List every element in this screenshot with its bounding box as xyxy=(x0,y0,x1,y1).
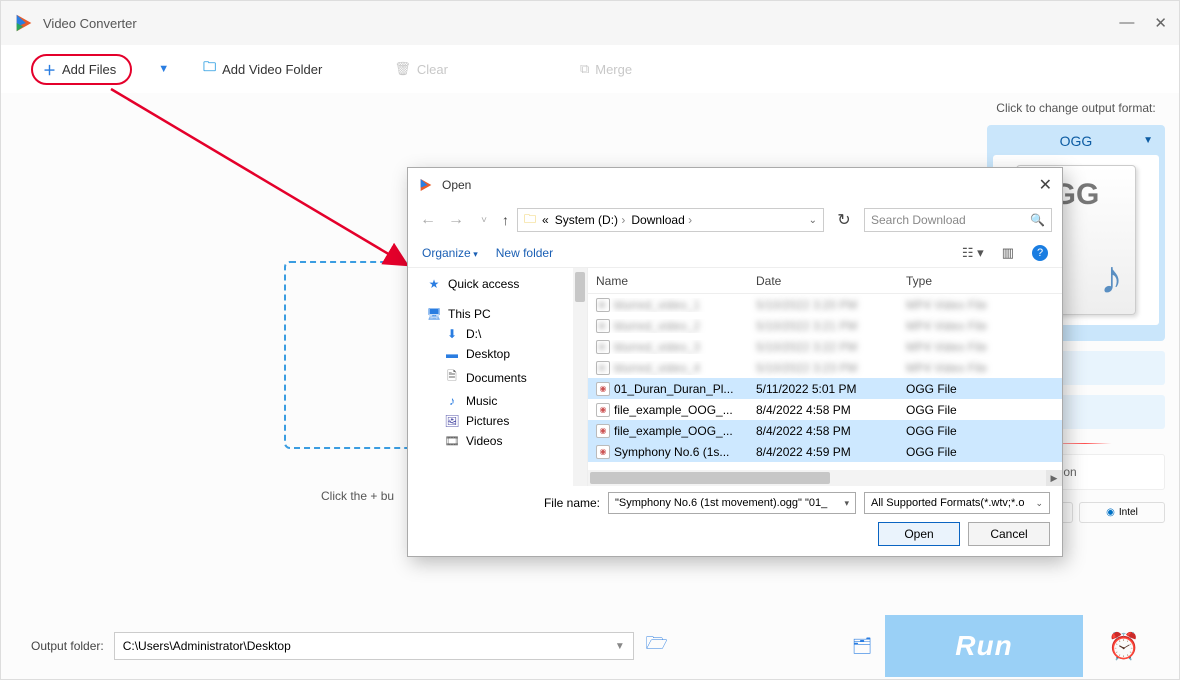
dropzone-caption: Click the + bu xyxy=(321,489,394,503)
desktop-icon: ▬ xyxy=(444,347,460,361)
filename-input[interactable]: "Symphony No.6 (1st movement).ogg" "01_▾ xyxy=(608,492,856,514)
file-row[interactable]: ▶blurred_video_45/10/2022 3:23 PMMP4 Vid… xyxy=(588,357,1062,378)
filename-label: File name: xyxy=(420,496,600,510)
file-list-header: Name Date Type xyxy=(588,268,1062,294)
file-row[interactable]: ◉Symphony No.6 (1s...8/4/2022 4:59 PMOGG… xyxy=(588,441,1062,462)
nav-recent-dropdown[interactable]: ˅ xyxy=(474,215,494,226)
view-options-button[interactable]: ☷ ▾ xyxy=(962,245,984,261)
navigation-tree: ★Quick access 🖥This PC ⬇D:\ ▬Desktop 🗎Do… xyxy=(408,268,588,486)
add-video-folder-button[interactable]: 🗀 Add Video Folder xyxy=(195,54,330,84)
column-name[interactable]: Name xyxy=(588,274,748,288)
task-list-button[interactable]: 🗂 xyxy=(849,633,875,659)
file-row[interactable]: ◉file_example_OOG_...8/4/2022 4:58 PMOGG… xyxy=(588,399,1062,420)
trash-icon: 🗑 xyxy=(394,61,411,77)
star-icon: ★ xyxy=(426,277,442,291)
run-button[interactable]: Run xyxy=(885,615,1083,677)
music-note-icon: ♪ xyxy=(1100,250,1123,304)
search-icon: 🔍 xyxy=(1030,213,1045,227)
path-segment[interactable]: Download xyxy=(631,213,692,227)
help-button[interactable]: ? xyxy=(1032,245,1048,261)
tree-this-pc[interactable]: 🖥This PC xyxy=(408,304,587,324)
dialog-close-button[interactable]: ✕ xyxy=(1039,175,1052,195)
app-logo-icon xyxy=(418,177,434,193)
file-row[interactable]: ▶blurred_video_35/10/2022 3:22 PMMP4 Vid… xyxy=(588,336,1062,357)
cancel-button[interactable]: Cancel xyxy=(968,522,1050,546)
pc-icon: 🖥 xyxy=(426,307,442,321)
folder-icon: 🗀 xyxy=(524,210,536,231)
tree-music[interactable]: ♪Music xyxy=(408,391,587,411)
nav-up-button[interactable]: ↑ xyxy=(502,212,509,228)
add-files-dropdown[interactable]: ▼ xyxy=(158,63,169,75)
document-icon: 🗎 xyxy=(444,367,460,388)
download-icon: ⬇ xyxy=(444,327,460,341)
videos-icon: 🎞 xyxy=(444,434,460,448)
chevron-down-icon: ▼ xyxy=(615,641,625,652)
tree-scrollbar[interactable] xyxy=(573,268,587,486)
intel-icon: ◉ xyxy=(1106,507,1115,518)
file-icon: ▶ xyxy=(596,361,610,375)
open-folder-button[interactable]: 🗁 xyxy=(644,633,670,659)
add-files-button[interactable]: ＋ Add Files xyxy=(31,54,132,85)
close-button[interactable]: ✕ xyxy=(1154,14,1167,32)
file-row[interactable]: ▶blurred_video_15/10/2022 3:20 PMMP4 Vid… xyxy=(588,294,1062,315)
nav-forward-button[interactable]: → xyxy=(446,211,466,229)
pictures-icon: 🖼 xyxy=(444,414,460,428)
tree-videos[interactable]: 🎞Videos xyxy=(408,431,587,451)
address-bar[interactable]: 🗀 « System (D:) Download ⌄ xyxy=(517,208,824,232)
change-format-label: Click to change output format: xyxy=(987,101,1165,115)
output-folder-input[interactable]: C:\Users\Administrator\Desktop ▼ xyxy=(114,632,634,660)
plus-icon: ＋ xyxy=(43,60,56,79)
chevron-down-icon: ▼ xyxy=(1143,135,1153,146)
column-type[interactable]: Type xyxy=(898,274,1062,288)
app-logo-icon xyxy=(13,12,35,34)
file-icon: ◉ xyxy=(596,403,610,417)
shutdown-timer-button[interactable]: ⏰ xyxy=(1099,621,1149,671)
file-open-dialog: Open ✕ ← → ˅ ↑ 🗀 « System (D:) Download … xyxy=(407,167,1063,557)
merge-button[interactable]: ⧉ Merge xyxy=(572,57,640,81)
refresh-button[interactable]: ↻ xyxy=(832,210,856,230)
file-icon: ◉ xyxy=(596,445,610,459)
file-type-filter[interactable]: All Supported Formats(*.wtv;*.o⌄ xyxy=(864,492,1050,514)
chevron-down-icon[interactable]: ⌄ xyxy=(809,215,817,226)
path-segment[interactable]: System (D:) xyxy=(555,213,626,227)
file-row[interactable]: ◉file_example_OOG_...8/4/2022 4:58 PMOGG… xyxy=(588,420,1062,441)
tree-pictures[interactable]: 🖼Pictures xyxy=(408,411,587,431)
tree-drive-d[interactable]: ⬇D:\ xyxy=(408,324,587,344)
horizontal-scrollbar[interactable]: ▶ xyxy=(588,470,1062,486)
merge-icon: ⧉ xyxy=(580,61,589,77)
minimize-button[interactable]: — xyxy=(1119,14,1134,32)
folder-plus-icon: 🗀 xyxy=(203,58,216,80)
intel-chip: ◉Intel xyxy=(1079,502,1165,523)
titlebar: Video Converter — ✕ xyxy=(1,1,1179,45)
nav-back-button[interactable]: ← xyxy=(418,211,438,229)
preview-pane-button[interactable]: ▥ xyxy=(1002,245,1014,261)
file-icon: ◉ xyxy=(596,424,610,438)
file-icon: ▶ xyxy=(596,319,610,333)
file-list: ▶blurred_video_15/10/2022 3:20 PMMP4 Vid… xyxy=(588,294,1062,470)
file-row[interactable]: ▶blurred_video_25/10/2022 3:21 PMMP4 Vid… xyxy=(588,315,1062,336)
search-input[interactable]: Search Download 🔍 xyxy=(864,208,1052,232)
column-date[interactable]: Date xyxy=(748,274,898,288)
organize-menu[interactable]: Organize xyxy=(422,246,478,260)
music-icon: ♪ xyxy=(444,394,460,408)
tree-documents[interactable]: 🗎Documents xyxy=(408,364,587,391)
file-icon: ▶ xyxy=(596,340,610,354)
file-icon: ◉ xyxy=(596,382,610,396)
tree-desktop[interactable]: ▬Desktop xyxy=(408,344,587,364)
file-icon: ▶ xyxy=(596,298,610,312)
file-row[interactable]: ◉01_Duran_Duran_Pl...5/11/2022 5:01 PMOG… xyxy=(588,378,1062,399)
toolbar: ＋ Add Files ▼ 🗀 Add Video Folder 🗑 Clear… xyxy=(1,45,1179,93)
open-button[interactable]: Open xyxy=(878,522,960,546)
app-title: Video Converter xyxy=(43,16,1119,31)
bottombar: Output folder: C:\Users\Administrator\De… xyxy=(1,613,1179,679)
clear-button[interactable]: 🗑 Clear xyxy=(386,57,456,81)
tree-quick-access[interactable]: ★Quick access xyxy=(408,274,587,294)
output-folder-label: Output folder: xyxy=(31,639,104,653)
new-folder-button[interactable]: New folder xyxy=(496,246,553,260)
dialog-title: Open xyxy=(442,178,1039,192)
